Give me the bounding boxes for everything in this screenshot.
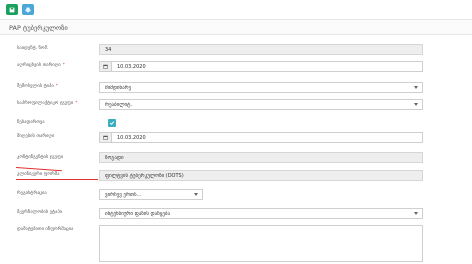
chevron-down-icon — [194, 193, 198, 196]
red-annotation-underline — [16, 179, 98, 180]
clinical-form-field: ფილტვის ტუბერკულოზი (DOTS) — [99, 170, 423, 181]
field-label-treatment-stage: მკურნალობის ეტაპი — [17, 210, 63, 215]
print-button[interactable] — [22, 4, 34, 15]
field-label-reception-date: მიღების თარიღი — [17, 134, 55, 139]
chevron-down-icon — [414, 212, 418, 215]
calendar-icon[interactable] — [100, 133, 112, 142]
field-label-admission-type: შემოსვლის ტიპი * — [17, 84, 58, 89]
toolbar — [6, 4, 34, 16]
printer-icon — [25, 7, 31, 13]
check-icon — [109, 121, 115, 126]
chevron-down-icon — [414, 103, 418, 106]
field-label-prophylactic-group: საპროფილაქტიკო ჯგუფი * — [17, 101, 78, 106]
treatment-stage-select[interactable]: ინტენსიური ფაზის დაწყება — [99, 208, 423, 219]
calendar-icon[interactable] — [100, 62, 112, 71]
field-label-clinical-form: კლინიკური ფორმა — [17, 172, 60, 177]
field-label-id: საიდენტ. ნომ. — [17, 46, 49, 51]
id-field: 34 — [99, 44, 423, 55]
page-title: PAP ტუბერკულოზი — [9, 24, 68, 32]
field-label-registration: რეგისტრაცია — [17, 191, 47, 196]
save-button[interactable] — [6, 4, 18, 15]
field-label-additional-info: დამატებითი ინფორმაცია — [17, 227, 74, 232]
registration-select[interactable]: ვირჩევ ერთს... — [99, 189, 203, 200]
field-label-registration-date: აღრიცხვის თარიღი * — [17, 63, 65, 68]
form-title-bar: PAP ტუბერკულოზი — [0, 19, 472, 35]
field-label-contingent-group: კონტინგენტის ჯგუფი — [17, 155, 64, 160]
registration-date-input[interactable]: 10.03.2020 — [99, 61, 423, 72]
admission-type-select[interactable]: მიმდინარე — [99, 82, 423, 93]
reception-date-input[interactable]: 10.03.2020 — [99, 132, 423, 143]
red-annotation-underline — [15, 167, 62, 172]
field-label-permission: ნებადართვა — [17, 120, 45, 125]
prophylactic-group-select[interactable]: რეაბილიტ. — [99, 99, 423, 110]
contingent-group-field: ზოგადი — [99, 152, 423, 163]
additional-info-textarea[interactable] — [99, 225, 423, 262]
floppy-disk-icon — [9, 7, 15, 12]
permission-checkbox[interactable] — [108, 119, 116, 127]
chevron-down-icon — [414, 86, 418, 89]
